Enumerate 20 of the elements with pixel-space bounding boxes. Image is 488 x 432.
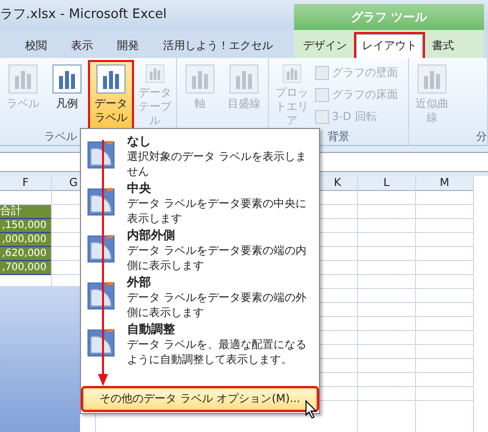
menu-item-description: 選択対象のデータ ラベルを表示しません (127, 149, 307, 179)
context-header: グラフ ツール (294, 4, 484, 30)
window-title: ラフ.xlsx - Microsoft Excel (0, 6, 167, 24)
group-label: ラベル (44, 128, 77, 145)
menu-item-title: 中央 (127, 181, 152, 196)
table-cell: ,000,000 (0, 233, 51, 247)
table-cell: ,700,000 (0, 261, 51, 275)
menu-item-title: 外部 (127, 275, 152, 290)
group-label: 背景 (327, 128, 350, 145)
table-cell: ,150,000 (0, 219, 51, 233)
menu-item-description: データ ラベルを、最適な配置になるように自動調整して表示します。 (127, 337, 307, 367)
table-cell: 合計 (0, 205, 51, 219)
menu-item-description: データ ラベルをデータ要素の端の内側に表示します (127, 243, 307, 273)
menu-item-description: データ ラベルをデータ要素の端の外側に表示します (127, 290, 307, 320)
table-cell: ,620,000 (0, 247, 51, 261)
group-label: 分 (476, 128, 487, 145)
menu-item-title: 内部外側 (127, 228, 176, 243)
menu-item-title: なし (127, 134, 152, 149)
menu-item-description: データ ラベルをデータ要素の中央に表示します (127, 196, 307, 226)
menu-item-title: 自動調整 (127, 322, 176, 337)
